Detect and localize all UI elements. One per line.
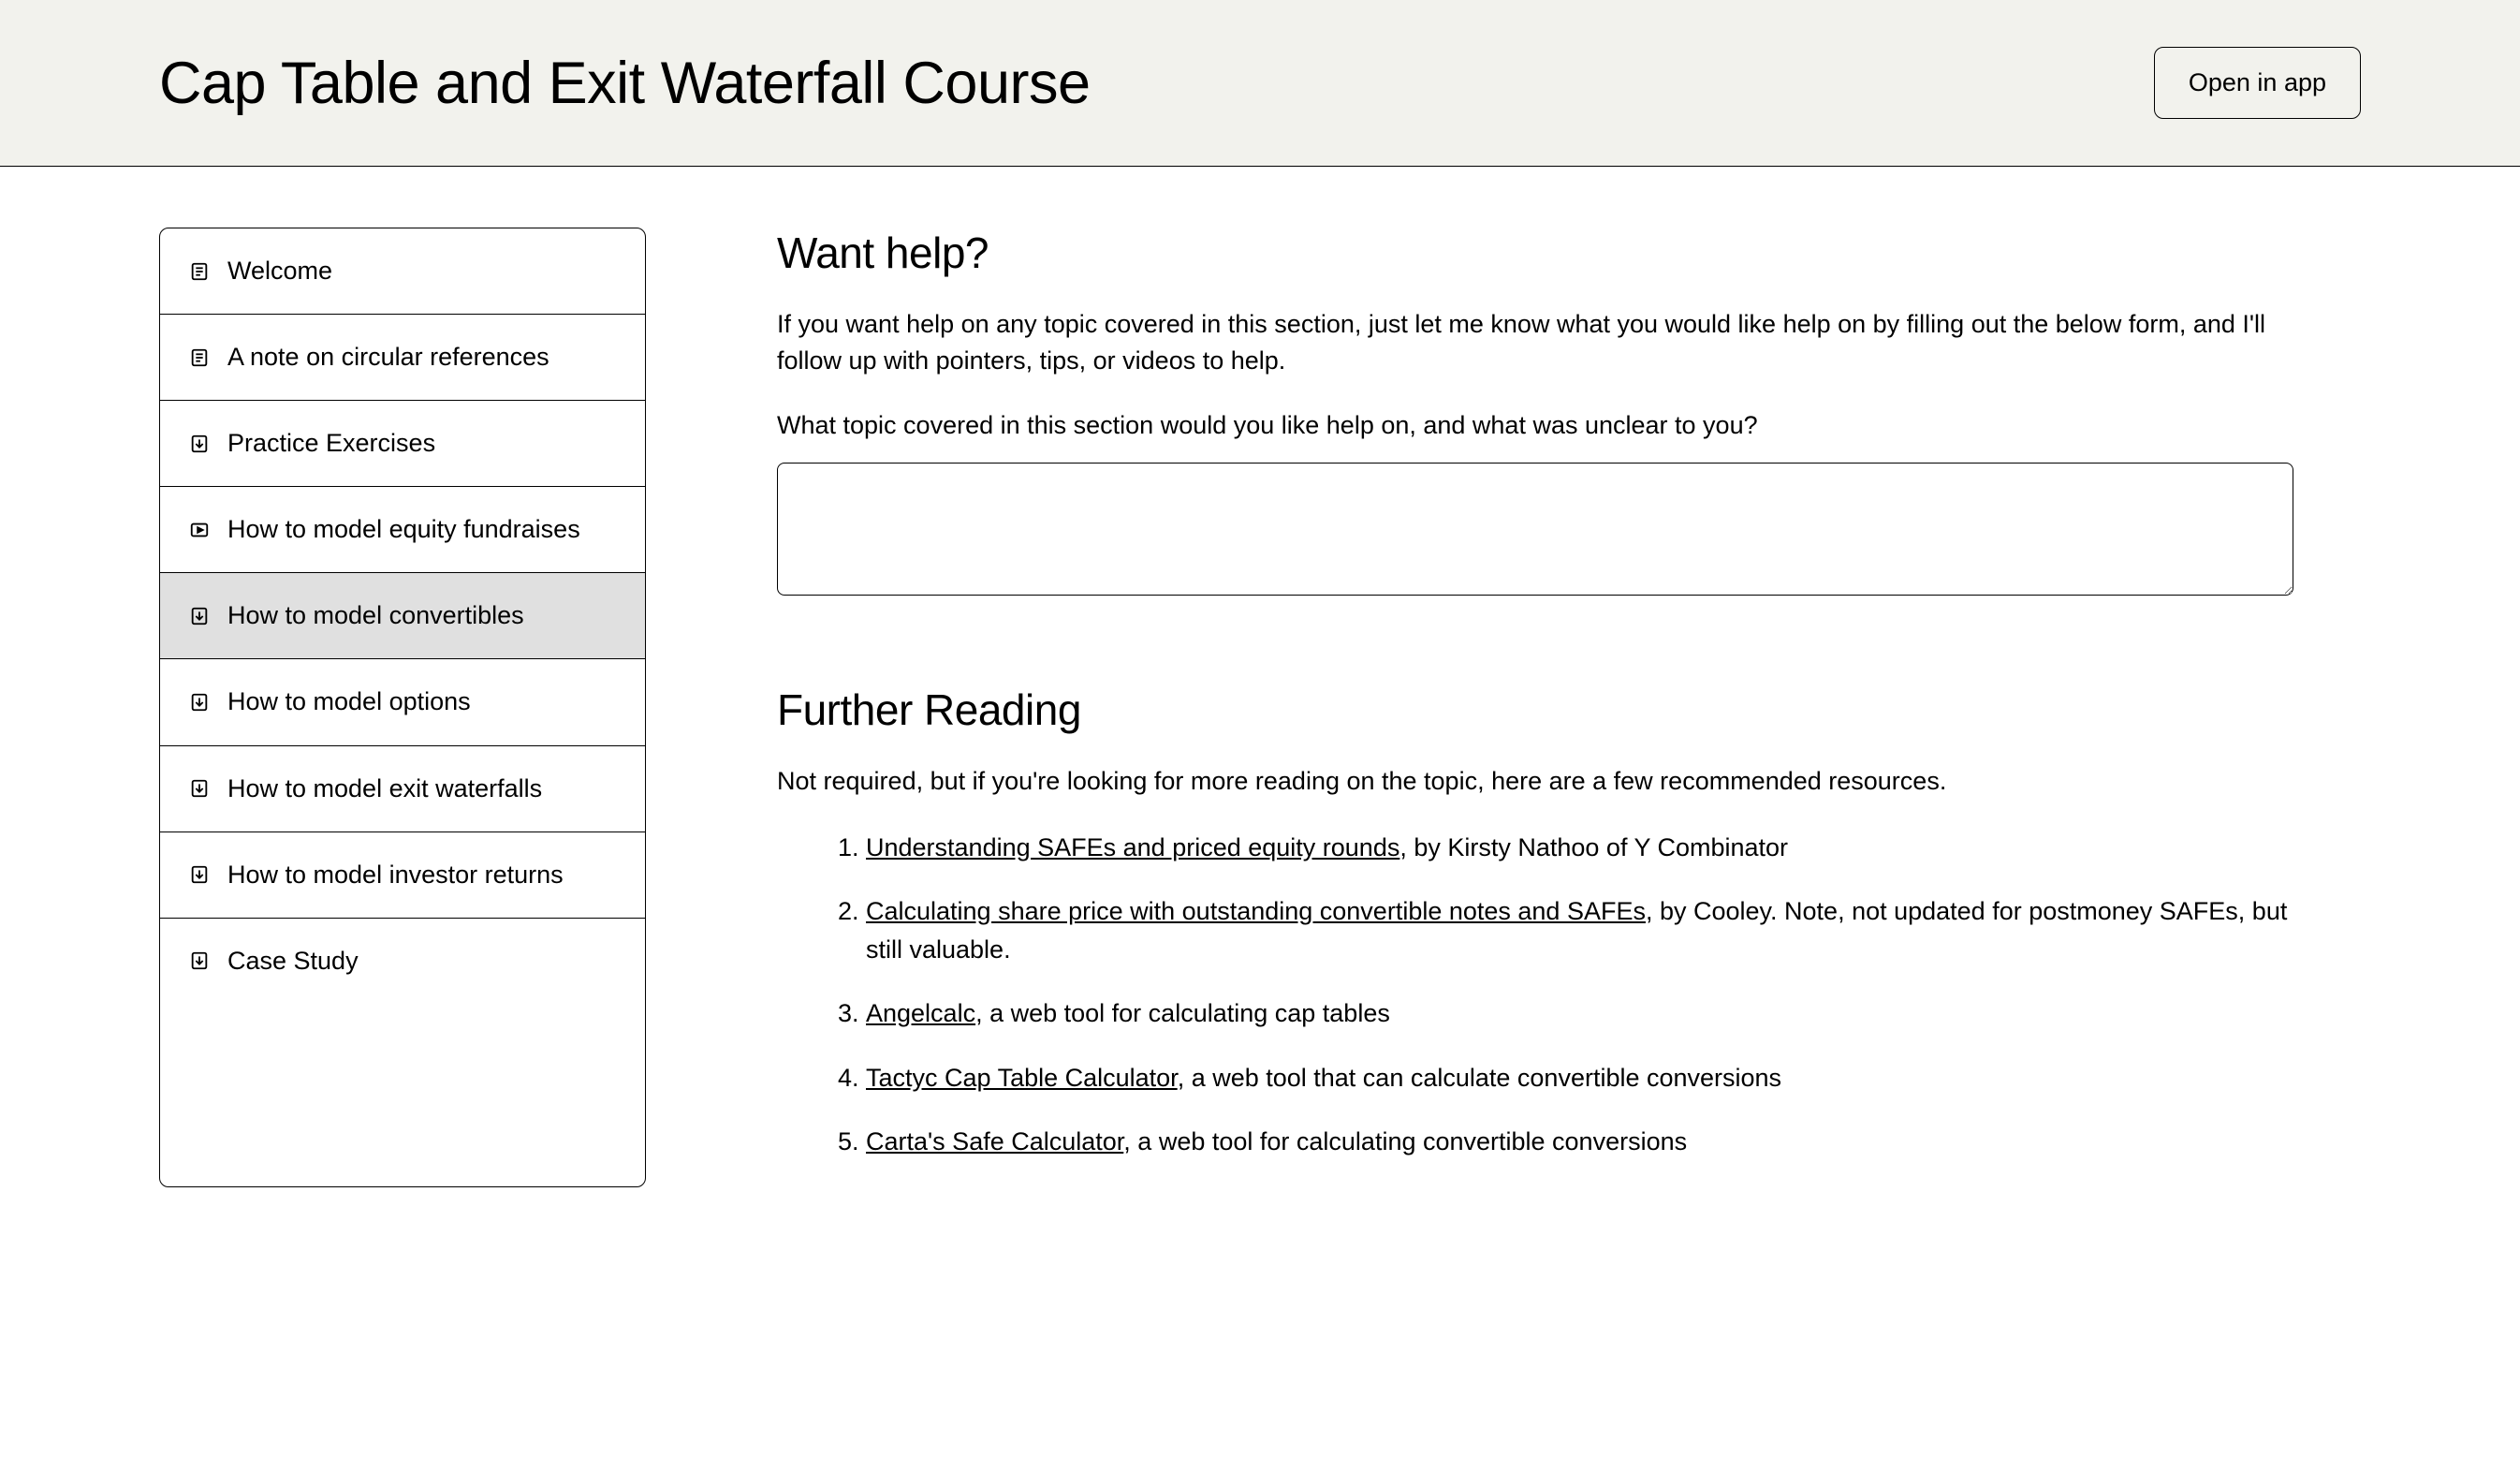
- sidebar-item-2[interactable]: Practice Exercises: [160, 401, 645, 487]
- main-container: Welcome A note on circular references Prac…: [0, 167, 2520, 1187]
- help-question-label: What topic covered in this section would…: [777, 407, 2293, 444]
- open-in-app-button[interactable]: Open in app: [2154, 47, 2361, 119]
- download-icon: [188, 777, 211, 800]
- reading-item-0: Understanding SAFEs and priced equity ro…: [866, 829, 2293, 867]
- video-icon: [188, 519, 211, 541]
- sidebar-item-label: Welcome: [227, 255, 332, 287]
- reading-suffix: , a web tool for calculating convertible…: [1123, 1127, 1687, 1155]
- sidebar-item-label: A note on circular references: [227, 341, 549, 374]
- download-icon: [188, 433, 211, 455]
- download-icon: [188, 949, 211, 972]
- sidebar-item-label: How to model options: [227, 685, 471, 718]
- sidebar-item-8[interactable]: Case Study: [160, 919, 645, 1004]
- sidebar-nav: Welcome A note on circular references Prac…: [159, 228, 646, 1187]
- download-icon: [188, 605, 211, 627]
- sidebar-item-5[interactable]: How to model options: [160, 659, 645, 745]
- reading-suffix: , a web tool that can calculate converti…: [1178, 1064, 1781, 1092]
- reading-link-1[interactable]: Calculating share price with outstanding…: [866, 897, 1646, 925]
- help-description: If you want help on any topic covered in…: [777, 306, 2293, 379]
- text-icon: [188, 260, 211, 283]
- sidebar-item-label: Practice Exercises: [227, 427, 435, 460]
- reading-list: Understanding SAFEs and priced equity ro…: [777, 829, 2293, 1161]
- page-title: Cap Table and Exit Waterfall Course: [159, 50, 1091, 117]
- reading-item-2: Angelcalc, a web tool for calculating ca…: [866, 994, 2293, 1033]
- reading-link-0[interactable]: Understanding SAFEs and priced equity ro…: [866, 833, 1399, 861]
- reading-suffix: , by Kirsty Nathoo of Y Combinator: [1399, 833, 1788, 861]
- download-icon: [188, 863, 211, 886]
- reading-link-3[interactable]: Tactyc Cap Table Calculator: [866, 1064, 1178, 1092]
- help-heading: Want help?: [777, 228, 2293, 278]
- main-content: Want help? If you want help on any topic…: [777, 228, 2293, 1187]
- reading-link-2[interactable]: Angelcalc: [866, 999, 975, 1027]
- help-input[interactable]: [777, 463, 2293, 596]
- sidebar-item-4[interactable]: How to model convertibles: [160, 573, 645, 659]
- sidebar-item-label: Case Study: [227, 945, 359, 978]
- sidebar-item-3[interactable]: How to model equity fundraises: [160, 487, 645, 573]
- sidebar-item-0[interactable]: Welcome: [160, 228, 645, 315]
- sidebar-item-label: How to model equity fundraises: [227, 513, 580, 546]
- sidebar-item-label: How to model investor returns: [227, 859, 564, 891]
- header: Cap Table and Exit Waterfall Course Open…: [0, 0, 2520, 167]
- sidebar-item-label: How to model convertibles: [227, 599, 524, 632]
- sidebar-item-6[interactable]: How to model exit waterfalls: [160, 746, 645, 832]
- sidebar-item-label: How to model exit waterfalls: [227, 773, 542, 805]
- reading-suffix: , a web tool for calculating cap tables: [975, 999, 1390, 1027]
- reading-item-3: Tactyc Cap Table Calculator, a web tool …: [866, 1059, 2293, 1097]
- text-icon: [188, 346, 211, 369]
- reading-item-4: Carta's Safe Calculator, a web tool for …: [866, 1123, 2293, 1161]
- sidebar-item-1[interactable]: A note on circular references: [160, 315, 645, 401]
- further-reading-heading: Further Reading: [777, 684, 2293, 735]
- download-icon: [188, 691, 211, 714]
- sidebar-item-7[interactable]: How to model investor returns: [160, 832, 645, 919]
- reading-link-4[interactable]: Carta's Safe Calculator: [866, 1127, 1123, 1155]
- further-reading-intro: Not required, but if you're looking for …: [777, 763, 2293, 800]
- reading-item-1: Calculating share price with outstanding…: [866, 892, 2293, 968]
